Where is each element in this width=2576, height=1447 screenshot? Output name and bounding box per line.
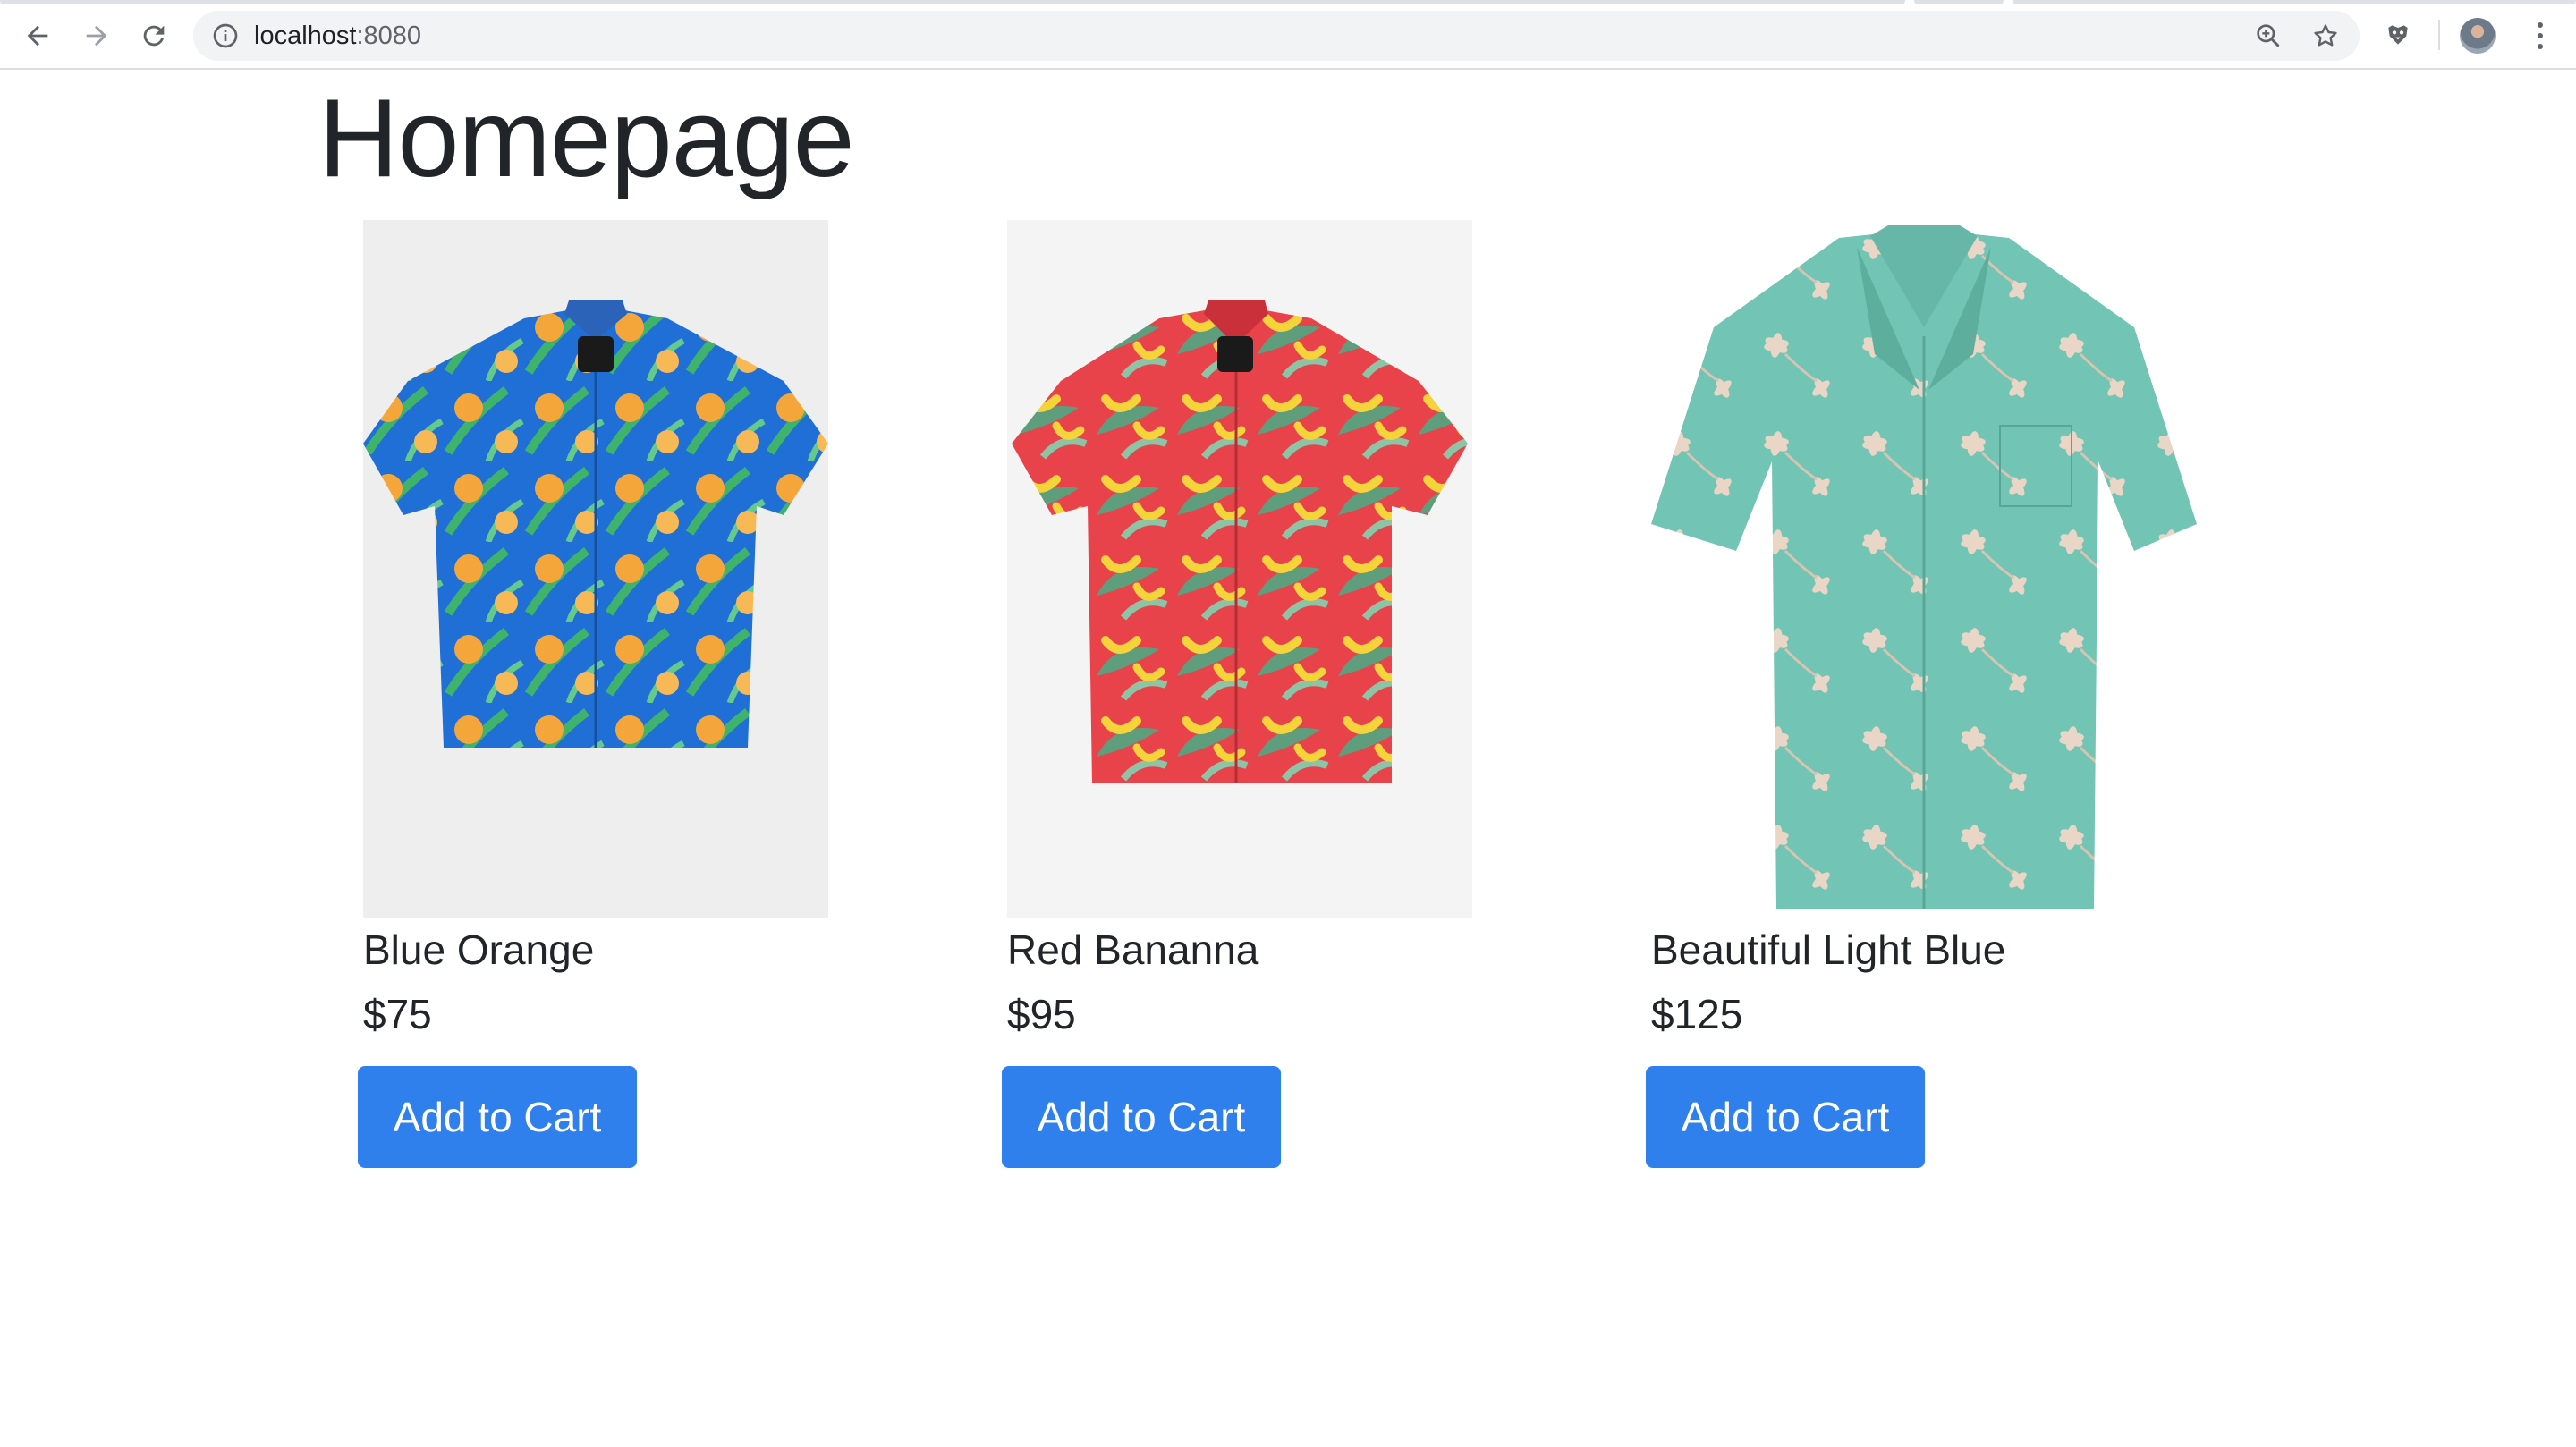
- tab-strip: [0, 0, 2576, 5]
- forward-button[interactable]: [77, 16, 116, 55]
- product-name: Beautiful Light Blue: [1651, 927, 2006, 973]
- kebab-menu-icon[interactable]: [2522, 16, 2558, 55]
- add-to-cart-button[interactable]: Add to Cart: [1646, 1066, 1925, 1168]
- add-to-cart-button[interactable]: Add to Cart: [1002, 1066, 1281, 1168]
- page-title: Homepage: [318, 77, 855, 200]
- product-image[interactable]: [1651, 220, 2206, 918]
- menu-dot: [2538, 22, 2543, 28]
- menu-dot: [2538, 44, 2543, 49]
- product-price: $75: [363, 991, 432, 1037]
- browser-toolbar: localhost:8080: [0, 0, 2576, 70]
- add-to-cart-button[interactable]: Add to Cart: [358, 1066, 637, 1168]
- address-bar[interactable]: localhost:8080: [193, 11, 2360, 61]
- product-name: Blue Orange: [363, 927, 595, 973]
- url-text[interactable]: localhost:8080: [254, 11, 421, 61]
- url-port: :8080: [356, 21, 422, 50]
- light-blue-floral-shirt-image: [1651, 220, 2206, 918]
- menu-dot: [2538, 33, 2543, 38]
- info-icon[interactable]: [211, 21, 240, 50]
- extension-icon: [2388, 25, 2408, 45]
- product-price: $125: [1651, 991, 1743, 1037]
- back-button[interactable]: [18, 16, 57, 55]
- product-name: Red Bananna: [1007, 927, 1259, 973]
- star-icon: [2314, 24, 2337, 47]
- arrow-right-icon: [86, 25, 107, 47]
- url-host: localhost: [254, 21, 357, 50]
- toolbar-divider: [2438, 20, 2440, 50]
- zoom-button[interactable]: [2252, 20, 2284, 52]
- product-price: $95: [1007, 991, 1076, 1037]
- tab-edge: [1914, 0, 2004, 4]
- reload-icon: [143, 25, 165, 47]
- blue-orange-shirt-image: [363, 220, 828, 918]
- bookmark-button[interactable]: [2309, 20, 2342, 52]
- avatar[interactable]: [2460, 18, 2496, 54]
- extension-button[interactable]: [2381, 18, 2415, 52]
- arrow-left-icon: [27, 25, 48, 47]
- zoom-in-icon: [2257, 24, 2280, 47]
- red-banana-shirt-image: [1007, 220, 1472, 918]
- product-image[interactable]: [363, 220, 828, 918]
- reload-button[interactable]: [134, 16, 174, 55]
- product-image[interactable]: [1007, 220, 1472, 918]
- tab-edge: [0, 0, 1905, 4]
- tab-edge: [2012, 0, 2576, 4]
